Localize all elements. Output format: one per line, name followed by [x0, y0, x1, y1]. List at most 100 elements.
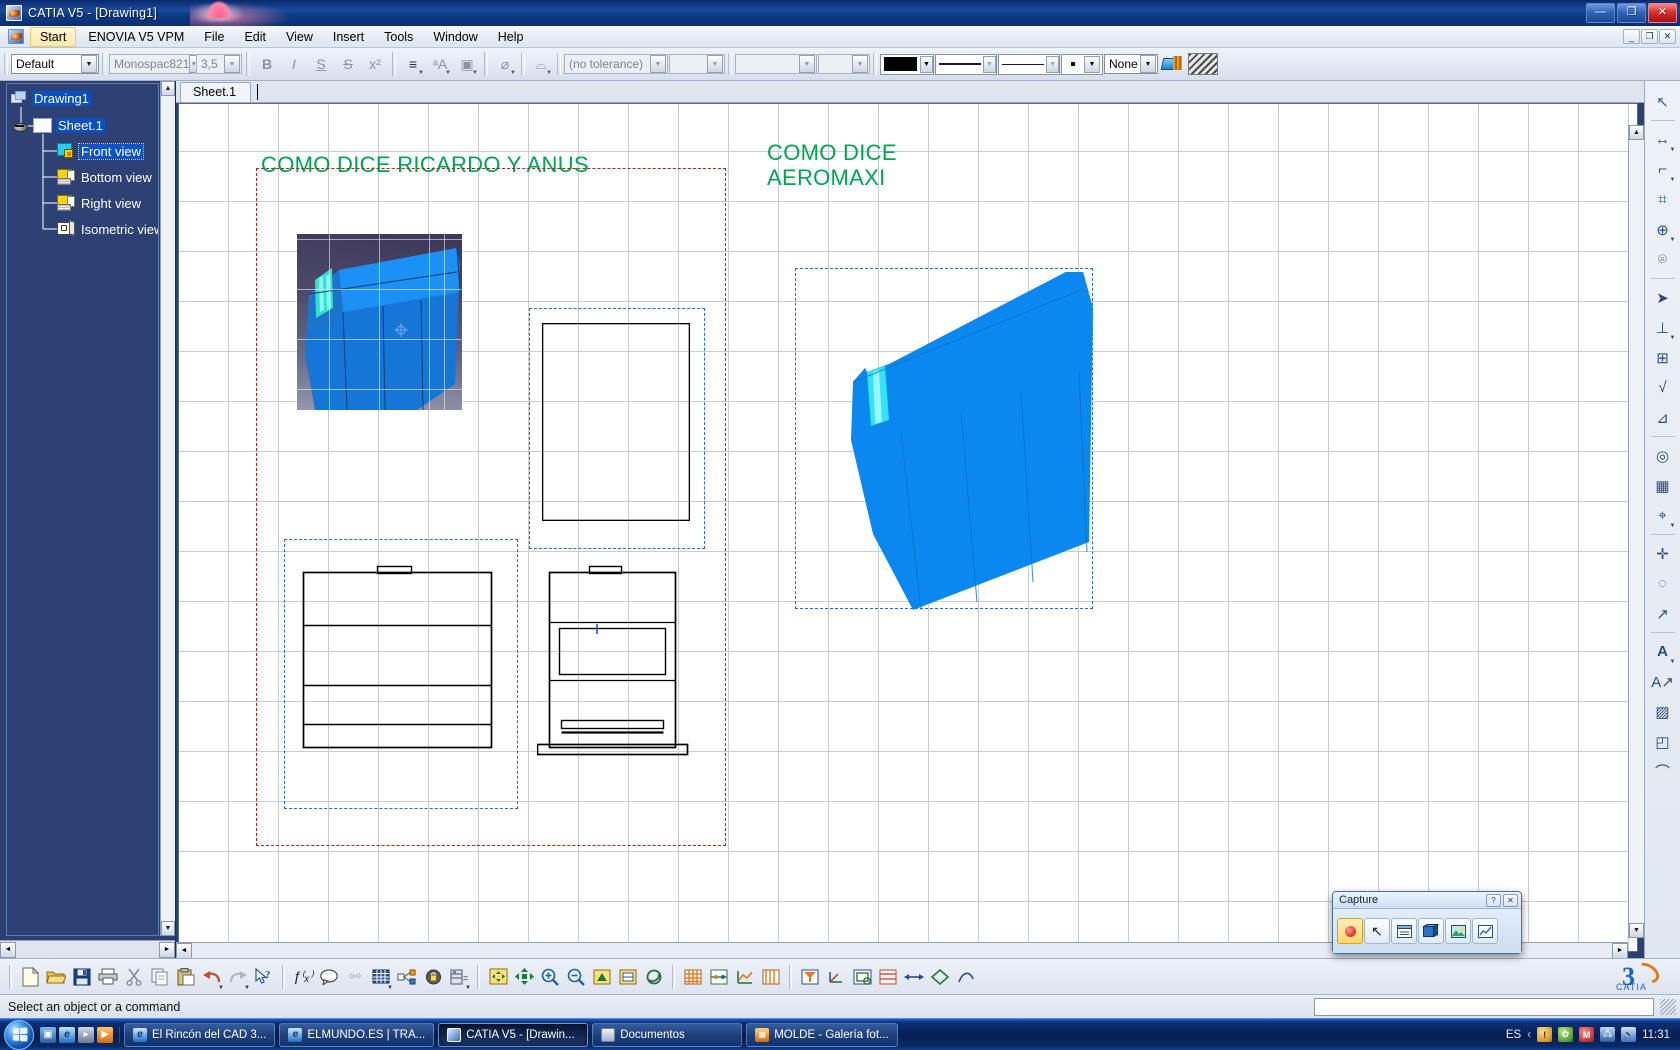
comment-button[interactable] [316, 962, 342, 992]
hole-dim-icon[interactable]: ⊕ ▼ [1648, 215, 1678, 244]
right-view-geometry[interactable] [537, 552, 695, 787]
network-icon[interactable]: 🖧 [1600, 1027, 1616, 1042]
menu-item-help[interactable]: Help [488, 27, 534, 47]
toolbar-grip-2[interactable] [102, 53, 106, 75]
pointer-icon[interactable]: ➤ [1648, 283, 1678, 312]
maximize-button[interactable]: ❐ [1617, 2, 1646, 23]
paint-format-icon[interactable] [1159, 53, 1185, 75]
tree-node-isometric-view[interactable]: Isometric view [57, 220, 158, 237]
print-button[interactable] [95, 962, 121, 992]
capture-album-button[interactable] [1418, 918, 1444, 944]
front-view-geometry[interactable] [542, 323, 690, 521]
cut-button[interactable] [121, 962, 147, 992]
mdi-close-button[interactable]: ✕ [1659, 29, 1676, 44]
paste-button[interactable] [173, 962, 199, 992]
chevron-down-icon[interactable]: ▼ [418, 70, 424, 76]
underline-button[interactable]: S [308, 52, 334, 77]
bottom-view-geometry[interactable] [297, 552, 497, 787]
chevron-down-icon[interactable]: ▼ [1670, 335, 1676, 341]
canvas-scroll-track-v[interactable] [1629, 140, 1644, 923]
chevron-down-icon[interactable]: ▼ [983, 55, 996, 73]
close-button[interactable]: ✕ [1648, 2, 1677, 23]
capture-dialog[interactable]: Capture ? ✕ ↖ [1332, 891, 1522, 954]
line-type-combo[interactable]: ▼ [998, 53, 1060, 75]
capture-record-button[interactable] [1337, 918, 1363, 944]
chevron-down-icon[interactable]: ▼ [1670, 523, 1676, 529]
start-button[interactable] [4, 1019, 34, 1050]
taskbar-button-elmundo[interactable]: e ELMUNDO.ES | TRA... [279, 1022, 435, 1047]
snap-button[interactable] [706, 962, 732, 992]
font-combo[interactable]: Monospac821 ▼ [109, 54, 199, 74]
tolerance-combo[interactable]: (no tolerance) ▼ [564, 54, 668, 74]
pattern-combo[interactable]: None ▼ [1104, 54, 1158, 74]
chevron-down-icon[interactable]: ▼ [799, 55, 815, 73]
new-button[interactable] [17, 962, 43, 992]
center-line-icon[interactable]: ✛ [1648, 539, 1678, 568]
render-style-button[interactable] [641, 962, 667, 992]
select-arrow-icon[interactable]: ↖ [1648, 87, 1678, 116]
volume-icon[interactable]: 🔊 [1621, 1027, 1637, 1042]
menu-item-edit[interactable]: Edit [234, 27, 276, 47]
style-combo[interactable]: Default ▼ [11, 54, 99, 74]
catia-app-icon[interactable] [6, 4, 22, 21]
font-size-combo[interactable]: 3,5 ▼ [196, 54, 242, 74]
capture-select-button[interactable]: ↖ [1364, 918, 1390, 944]
pan-button[interactable] [511, 962, 537, 992]
tree-node-front-view[interactable]: Front view [57, 142, 144, 160]
drawing-canvas[interactable]: COMO DICE RICARDO Y ANUS COMO DICE AEROM… [178, 103, 1638, 952]
italic-button[interactable]: I [281, 52, 307, 77]
normal-view-button[interactable] [589, 962, 615, 992]
mdi-minimize-button[interactable]: _ [1623, 29, 1640, 44]
hatch-icon[interactable]: ▨ [1648, 697, 1678, 726]
dimension-icon[interactable]: ↔ ▼ [1648, 125, 1678, 154]
tab-sheet-1[interactable]: Sheet.1 [180, 82, 252, 102]
roughness-icon[interactable]: √ [1648, 373, 1678, 402]
language-indicator[interactable]: ES [1506, 1029, 1521, 1041]
profile-icon[interactable]: ⌒ [1648, 757, 1678, 786]
text-frame-button[interactable]: ▣ ▼ [454, 52, 480, 77]
canvas-scroll-down-button[interactable]: ▼ [1629, 923, 1644, 938]
specification-tree[interactable]: Drawing1 Sheet.1 Front view Bottom view … [6, 83, 159, 936]
chevron-down-icon[interactable]: ▼ [224, 55, 240, 73]
menu-item-window[interactable]: Window [423, 27, 487, 47]
chevron-down-icon[interactable]: ▼ [707, 55, 723, 73]
toolbar-grip-6[interactable] [873, 53, 877, 75]
geometry-icon[interactable]: ◰ [1648, 727, 1678, 756]
analysis-button[interactable] [732, 962, 758, 992]
media-player-icon[interactable]: ▸ [78, 1026, 94, 1043]
chevron-down-icon[interactable]: ▼ [650, 55, 666, 73]
fit-all-button[interactable] [485, 962, 511, 992]
menu-app-icon[interactable] [8, 29, 24, 44]
menu-item-enovia[interactable]: ENOVIA V5 VPM [78, 27, 194, 47]
chevron-down-icon[interactable]: ▼ [81, 55, 97, 73]
capture-close-button[interactable]: ✕ [1503, 893, 1518, 907]
tree-vertical-scrollbar[interactable]: ▲ ▼ [160, 81, 175, 936]
chevron-down-icon[interactable]: ▼ [852, 55, 868, 73]
line-weight-combo[interactable]: ▼ [935, 53, 997, 75]
tree-scroll-left-button[interactable]: ◄ [0, 941, 16, 958]
superscript-button[interactable]: x² [362, 52, 388, 77]
internet-explorer-icon[interactable]: e [59, 1026, 75, 1043]
chevron-down-icon[interactable]: ▼ [465, 985, 471, 991]
link-button[interactable]: ⚯ [342, 962, 368, 992]
point-style-combo[interactable]: ▼ [1061, 53, 1103, 75]
collapse-knob-icon[interactable] [13, 119, 29, 133]
balloon-icon[interactable]: ◎ [1648, 441, 1678, 470]
save-button[interactable] [69, 962, 95, 992]
tree-node-right-view[interactable]: Right view [57, 195, 143, 211]
chevron-down-icon[interactable]: ▼ [1670, 659, 1676, 665]
leader-text-icon[interactable]: A↗ [1648, 667, 1678, 696]
whats-this-button[interactable]: ? [251, 962, 277, 992]
chevron-down-icon[interactable]: ▼ [546, 70, 552, 76]
datum-feature-button[interactable]: ⌀ ▼ [492, 52, 518, 77]
chevron-down-icon[interactable]: ▼ [510, 70, 516, 76]
zoom-in-button[interactable] [537, 962, 563, 992]
capture-dialog-titlebar[interactable]: Capture ? ✕ [1333, 892, 1521, 909]
text-icon[interactable]: A ▼ [1648, 637, 1678, 666]
taskbar-button-documentos[interactable]: Documentos [592, 1022, 743, 1047]
mdi-restore-button[interactable]: ❐ [1641, 29, 1658, 44]
clock[interactable]: 11:31 [1642, 1029, 1670, 1041]
taskbar-button-molde[interactable]: ▦ MOLDE - Galería fot... [746, 1022, 898, 1047]
menu-item-file[interactable]: File [194, 27, 234, 47]
tolerance-value-combo[interactable]: ▼ [669, 54, 725, 74]
